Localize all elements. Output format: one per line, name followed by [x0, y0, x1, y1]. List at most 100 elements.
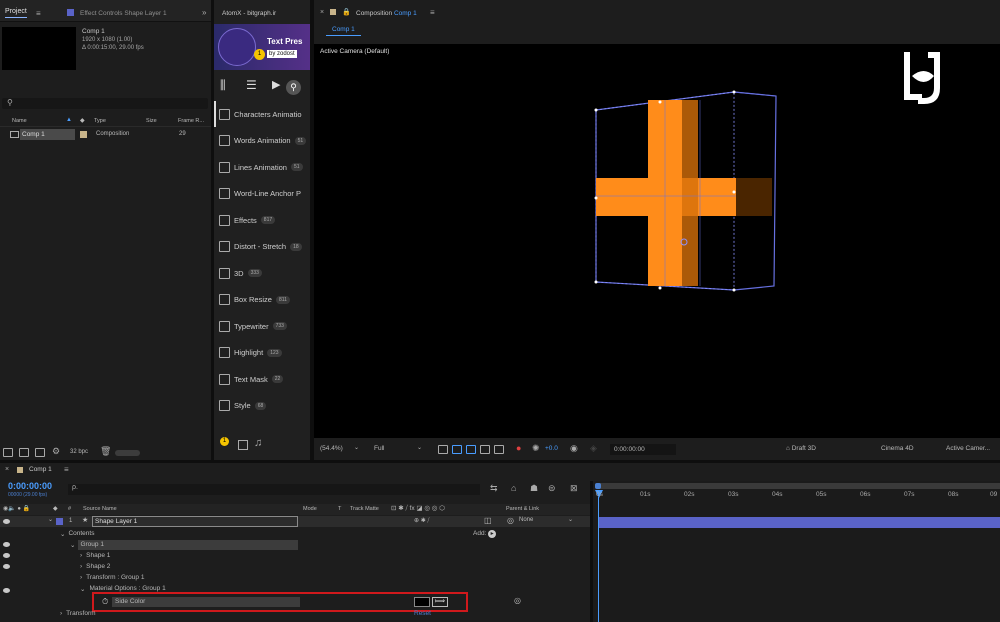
- music-icon[interactable]: ♫: [254, 437, 262, 449]
- timeline-graph-area[interactable]: [590, 481, 1000, 622]
- side-color-swatch[interactable]: [414, 597, 430, 607]
- region-icon[interactable]: [438, 445, 448, 454]
- project-search-input[interactable]: ⚲: [2, 98, 208, 109]
- shape-layer-3d-object[interactable]: [584, 86, 784, 296]
- material-visibility-eye-icon[interactable]: [3, 588, 10, 593]
- work-area-bar[interactable]: [597, 483, 1000, 489]
- project-scrollbar[interactable]: [115, 450, 140, 456]
- atomx-category-item[interactable]: Word-Line Anchor P: [219, 181, 309, 207]
- comp-timecode[interactable]: 0:00:00:00: [610, 444, 676, 455]
- bpc-label[interactable]: 32 bpc: [70, 449, 88, 455]
- renderer-select[interactable]: Cinema 4D: [881, 445, 914, 452]
- column-source-name[interactable]: Source Name: [83, 506, 117, 512]
- tab-atomx[interactable]: AtomX - bitgraph.ir: [222, 10, 276, 17]
- transform-row[interactable]: › Transform: [60, 608, 96, 619]
- shape-1-row[interactable]: › Shape 1: [80, 550, 110, 561]
- trash-icon[interactable]: 🗑: [100, 446, 111, 457]
- atomx-category-item[interactable]: 3D 333: [219, 260, 309, 286]
- atomx-category-item[interactable]: Words Animation 51: [219, 128, 309, 154]
- column-parent-link[interactable]: Parent & Link: [506, 506, 539, 512]
- solo-3d-icon[interactable]: ◫: [484, 516, 492, 525]
- layer-duration-bar[interactable]: [599, 517, 1000, 528]
- group-visibility-eye-icon[interactable]: [3, 542, 10, 547]
- atomx-banner[interactable]: 1 Text Pres by zodost: [214, 24, 310, 70]
- resolution-select[interactable]: Full: [374, 445, 384, 452]
- atomx-category-item[interactable]: Box Resize 811: [219, 287, 309, 313]
- camera-select[interactable]: Active Camer...: [946, 445, 990, 452]
- mask-icon[interactable]: [466, 445, 476, 454]
- reset-link[interactable]: Reset: [414, 610, 431, 617]
- play-icon[interactable]: ▶: [272, 78, 280, 91]
- column-track-matte[interactable]: Track Matte: [350, 506, 379, 512]
- new-folder-icon[interactable]: [19, 448, 29, 457]
- interpret-footage-icon[interactable]: [3, 448, 13, 457]
- eyedropper-icon[interactable]: ⟾: [432, 597, 448, 607]
- list-icon[interactable]: ☰: [246, 78, 257, 92]
- column-size[interactable]: Size: [146, 118, 157, 124]
- exposure-value[interactable]: +0.0: [545, 445, 558, 452]
- timeline-menu-icon[interactable]: ≡: [64, 465, 69, 474]
- shape-1-visibility-eye-icon[interactable]: [3, 553, 10, 558]
- shape-2-row[interactable]: › Shape 2: [80, 561, 110, 572]
- atomx-category-item[interactable]: Characters Animatio: [219, 101, 309, 127]
- stopwatch-icon[interactable]: ⏱: [102, 597, 108, 607]
- column-t[interactable]: T: [338, 506, 341, 512]
- project-item-row[interactable]: Comp 1 Composition 29: [0, 129, 211, 140]
- tab-timeline-comp[interactable]: Comp 1: [29, 466, 52, 473]
- work-area-start[interactable]: [595, 483, 601, 489]
- comp-panel-menu-icon[interactable]: ≡: [430, 8, 435, 17]
- close-icon[interactable]: ×: [320, 9, 324, 16]
- draft-3d-toggle[interactable]: ⌂ Draft 3D: [786, 445, 816, 452]
- atomx-category-item[interactable]: Lines Animation 51: [219, 154, 309, 180]
- settings-icon[interactable]: ⚙: [52, 446, 60, 457]
- contents-row[interactable]: ⌄ Contents: [60, 528, 94, 539]
- tab-project[interactable]: Project: [5, 8, 27, 18]
- motion-blur-icon[interactable]: ⊠: [570, 483, 578, 494]
- column-mode[interactable]: Mode: [303, 506, 317, 512]
- tab-effect-controls[interactable]: Effect Controls Shape Layer 1: [80, 10, 167, 17]
- panel-menu-icon[interactable]: ≡: [36, 9, 41, 18]
- group-1-row[interactable]: ⌄ Group 1: [70, 539, 299, 550]
- color-channels-icon[interactable]: ●: [516, 443, 521, 453]
- transparency-grid-icon[interactable]: [452, 445, 462, 454]
- comp-flowchart-icon[interactable]: ⇆: [490, 483, 498, 494]
- shy-icon[interactable]: ☗: [530, 483, 538, 494]
- search-icon[interactable]: ⚲: [286, 80, 301, 95]
- exposure-icon[interactable]: ✺: [532, 443, 540, 454]
- atomx-category-item[interactable]: Text Mask 22: [219, 366, 309, 392]
- timeline-close-icon[interactable]: ×: [5, 466, 9, 473]
- notification-badge[interactable]: 1: [220, 437, 229, 446]
- visibility-eye-icon[interactable]: [3, 519, 10, 524]
- atomx-category-item[interactable]: Highlight 123: [219, 340, 309, 366]
- layer-name[interactable]: Shape Layer 1: [92, 516, 298, 527]
- comp-viewer[interactable]: Active Camera (Default): [314, 44, 1000, 438]
- column-name[interactable]: Name: [12, 118, 27, 124]
- layer-switches[interactable]: ⊕ ✱ ⧸: [414, 517, 429, 525]
- atomx-category-item[interactable]: Typewriter 733: [219, 313, 309, 339]
- transform-group-row[interactable]: › Transform : Group 1: [80, 572, 144, 583]
- atomx-category-item[interactable]: Distort - Stretch 18: [219, 234, 309, 260]
- snapshot-icon[interactable]: ◉: [570, 443, 578, 454]
- comp-subtab[interactable]: Comp 1: [326, 26, 361, 36]
- frame-blending-icon[interactable]: ⊜: [548, 483, 556, 494]
- panel-expand-icon[interactable]: »: [202, 8, 206, 17]
- add-label[interactable]: Add: ▸: [473, 530, 497, 538]
- shape-2-visibility-eye-icon[interactable]: [3, 564, 10, 569]
- pickwhip-icon[interactable]: ◎: [507, 516, 514, 525]
- preview-icon[interactable]: [238, 440, 248, 450]
- atomx-category-item[interactable]: Effects 817: [219, 207, 309, 233]
- layer-row-shape-layer-1[interactable]: ⌄ 1 ★ Shape Layer 1 ⊕ ✱ ⧸ ◫ ◎ None ⌄: [0, 516, 590, 527]
- lock-icon[interactable]: 🔒: [342, 8, 351, 16]
- current-time-display[interactable]: 0:00:00:00: [8, 481, 52, 491]
- side-color-row[interactable]: ⏱ Side Color ⟾: [92, 592, 468, 612]
- column-type[interactable]: Type: [94, 118, 106, 124]
- new-comp-icon[interactable]: [35, 448, 45, 457]
- sliders-icon[interactable]: ⫼: [220, 78, 226, 93]
- draft-3d-timeline-icon[interactable]: ⌂: [511, 483, 516, 493]
- tab-composition[interactable]: Composition Comp 1: [356, 10, 417, 17]
- grid-icon[interactable]: [480, 445, 490, 454]
- timeline-search-input[interactable]: ρ.: [68, 484, 480, 495]
- atomx-category-item[interactable]: Style 68: [219, 393, 309, 419]
- column-framerate[interactable]: Frame R...: [178, 118, 204, 124]
- show-snapshot-icon[interactable]: ◈: [590, 443, 597, 454]
